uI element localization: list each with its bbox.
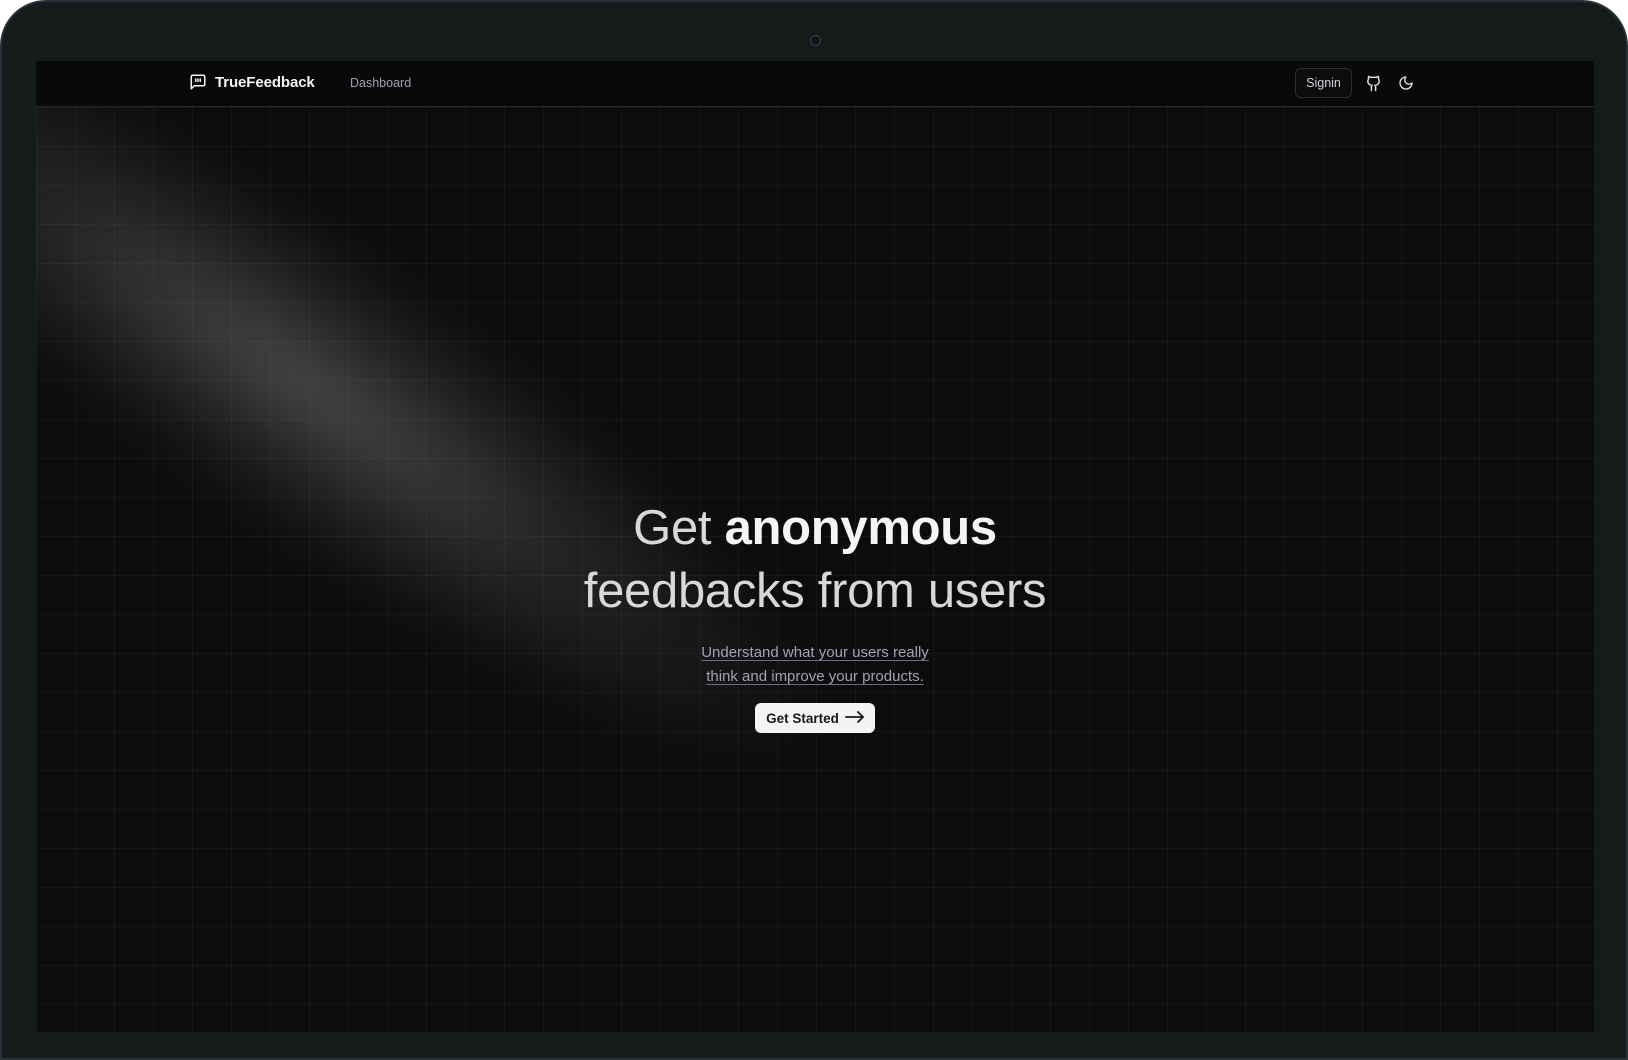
brand-link[interactable]: TrueFeedback xyxy=(189,73,315,91)
hero-subtitle: Understand what your users really think … xyxy=(36,641,1594,689)
camera-dot xyxy=(810,35,821,46)
message-square-icon xyxy=(189,73,207,91)
headline-word-get: Get xyxy=(633,501,712,555)
top-navbar: TrueFeedback Dashboard Signin xyxy=(36,61,1594,107)
browser-viewport: TrueFeedback Dashboard Signin Get anonym… xyxy=(36,61,1594,1032)
moon-icon[interactable] xyxy=(1396,73,1416,93)
get-started-label: Get Started xyxy=(766,710,839,726)
brand-name: TrueFeedback xyxy=(215,73,315,91)
nav-dashboard-link[interactable]: Dashboard xyxy=(350,76,411,90)
hero-headline: Get anonymous feedbacks from users xyxy=(36,497,1594,623)
get-started-button[interactable]: Get Started xyxy=(755,703,875,733)
headline-word-anonymous: anonymous xyxy=(724,501,998,555)
hero-section: Get anonymous feedbacks from users Under… xyxy=(36,497,1594,733)
subtitle-line-1: Understand what your users really xyxy=(701,644,929,661)
headline-line-2: feedbacks from users xyxy=(583,564,1047,618)
signin-button[interactable]: Signin xyxy=(1295,68,1352,98)
subtitle-line-2: think and improve your products. xyxy=(706,668,924,685)
arrow-right-icon xyxy=(844,710,865,726)
github-icon[interactable] xyxy=(1363,73,1383,93)
